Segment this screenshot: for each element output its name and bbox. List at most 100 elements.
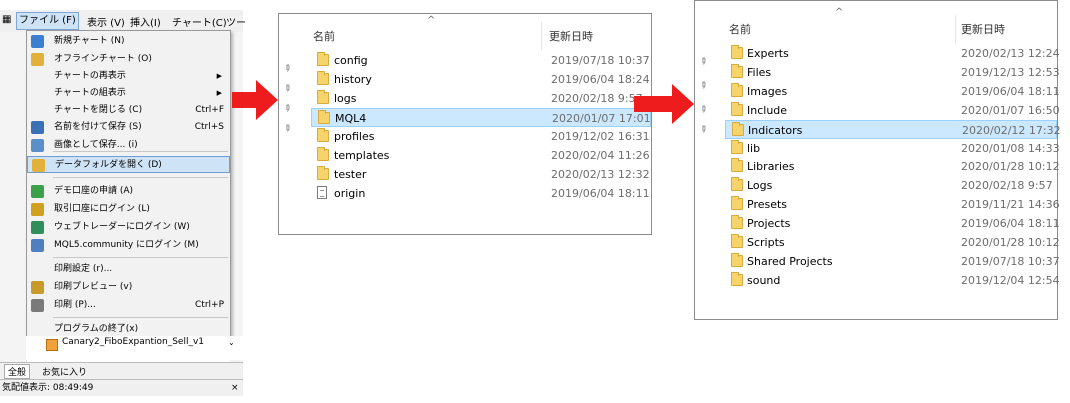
folder-icon — [732, 121, 744, 136]
menu-view[interactable]: 表示 (V) — [87, 14, 125, 29]
column-divider — [541, 22, 542, 50]
sort-ascending-icon: ^ — [835, 7, 844, 18]
file-row[interactable]: Shared Projects 2019/07/18 10:37 — [725, 252, 1060, 271]
file-date: 2019/06/04 18:11 — [961, 84, 1060, 98]
file-row[interactable]: profiles 2019/12/02 16:31 — [311, 127, 651, 146]
menu-item[interactable]: ウェブトレーダーにログイン (W) — [27, 219, 230, 236]
toolbar-strip — [0, 32, 27, 362]
close-icon[interactable]: × — [231, 380, 239, 396]
menu-item[interactable]: チャートの組表示 ▶ — [27, 85, 230, 102]
status-text: 気配値表示: 08:49:49 — [2, 383, 94, 393]
file-row[interactable]: Libraries 2020/01/28 10:12 — [725, 157, 1060, 176]
file-row[interactable]: config 2019/07/18 10:37 — [311, 51, 651, 70]
pin-icon: ✎ — [280, 82, 293, 96]
menu-item[interactable]: 印刷設定 (r)... — [27, 261, 230, 278]
file-name: Presets — [747, 198, 788, 212]
tree-item[interactable]: Canary2_FiboExpantion_Sell_v1 — [62, 337, 204, 347]
menu-item[interactable]: 名前を付けて保存 (S) Ctrl+S — [27, 119, 230, 136]
tab-favorites[interactable]: お気に入り — [42, 365, 87, 378]
folder-icon — [317, 128, 329, 142]
indicator-icon — [46, 339, 58, 351]
menu-item-shortcut: Ctrl+S — [194, 122, 224, 132]
file-row[interactable]: history 2019/06/04 18:24 — [311, 70, 651, 89]
file-name: Logs — [747, 179, 773, 193]
file-date: 2020/02/13 12:32 — [551, 168, 650, 181]
column-name-header[interactable]: 名前 — [313, 28, 335, 44]
menu-file[interactable]: ファイル (F) — [16, 12, 79, 30]
file-row[interactable]: tester 2020/02/13 12:32 — [311, 165, 651, 184]
app-icon[interactable]: ▦ — [2, 14, 11, 25]
file-date: 2019/11/21 14:36 — [961, 198, 1060, 212]
explorer-data-folder: 名前 ^ 更新日時 ✎ ✎ ✎ ✎ config 2019/07/18 10:37… — [278, 13, 652, 235]
file-date: 2020/01/28 10:12 — [961, 160, 1060, 174]
file-name: logs — [334, 92, 357, 105]
menu-item[interactable]: 印刷 (P)... Ctrl+P — [27, 297, 230, 314]
folder-icon — [317, 147, 329, 161]
menu-item[interactable]: デモ口座の申請 (A) — [27, 183, 230, 200]
file-row[interactable]: MQL4 2020/01/07 17:01 — [311, 108, 651, 127]
file-name: Shared Projects — [747, 254, 833, 268]
menu-chart[interactable]: チャート(C) — [172, 14, 227, 29]
file-row[interactable]: Include 2020/01/07 16:50 — [725, 101, 1060, 120]
file-name: Scripts — [747, 236, 785, 249]
menu-item[interactable]: チャートの再表示 ▶ — [27, 68, 230, 85]
menu-item[interactable]: 新規チャート (N) — [27, 33, 230, 50]
menu-item[interactable]: MQL5.community にログイン (M) — [27, 237, 230, 254]
file-row[interactable]: logs 2020/02/18 9:57 — [311, 89, 651, 108]
menu-item-label: 取引口座にログイン (L) — [54, 204, 150, 214]
save-icon — [31, 121, 44, 134]
menu-item[interactable]: チャートを閉じる (C) Ctrl+F — [27, 102, 230, 119]
explorer-mql4-folder: 名前 ^ 更新日時 ✎ ✎ ✎ ✎ Experts 2020/02/13 12:2… — [694, 0, 1061, 320]
file-row[interactable]: Files 2019/12/13 12:53 — [725, 63, 1060, 82]
file-row[interactable]: templates 2020/02/04 11:26 — [311, 146, 651, 165]
column-name-header[interactable]: 名前 — [729, 21, 751, 37]
folder-icon — [731, 63, 743, 78]
file-row[interactable]: lib 2020/01/08 14:33 — [725, 139, 1060, 158]
folder-icon — [731, 234, 743, 248]
menu-item[interactable]: オフラインチャート (O) — [27, 51, 230, 68]
file-row[interactable]: Logs 2020/02/18 9:57 — [725, 176, 1057, 195]
menu-item-label: チャートを閉じる (C) — [54, 105, 143, 115]
folder-icon — [318, 110, 330, 124]
file-date: 2019/06/04 18:11 — [961, 217, 1060, 231]
column-date-header[interactable]: 更新日時 — [549, 28, 593, 44]
column-date-header[interactable]: 更新日時 — [961, 21, 1005, 37]
mql5-icon — [31, 239, 44, 252]
file-date: 2019/07/18 10:37 — [961, 254, 1060, 268]
file-row[interactable]: Images 2019/06/04 18:11 — [725, 82, 1060, 101]
arrow-right-icon — [634, 84, 694, 124]
menu-item[interactable]: 取引口座にログイン (L) — [27, 201, 230, 218]
file-row[interactable]: Indicators 2020/02/12 17:32 — [725, 119, 1061, 139]
file-name: Files — [747, 65, 772, 79]
demo-account-icon — [31, 185, 44, 198]
file-date: 2020/02/18 9:57 — [961, 179, 1053, 193]
folder-icon — [317, 166, 329, 180]
menu-item-label: 印刷 (P)... — [54, 300, 96, 310]
pin-icon: ✎ — [696, 79, 709, 93]
file-name: Indicators — [748, 123, 803, 137]
file-row[interactable]: Presets 2019/11/21 14:36 — [725, 195, 1060, 214]
menu-tools[interactable]: ツー — [226, 14, 246, 29]
file-row[interactable]: origin 2019/06/04 18:11 — [311, 184, 651, 203]
folder-icon — [731, 82, 743, 97]
scroll-down-icon[interactable]: ⌄ — [228, 338, 235, 347]
pin-icon: ✎ — [280, 62, 293, 76]
market-watch-status: 気配値表示: 08:49:49 × — [0, 379, 243, 396]
tab-general[interactable]: 全般 — [4, 364, 31, 379]
menu-item[interactable]: 印刷プレビュー (v) — [27, 279, 230, 296]
sort-ascending-icon: ^ — [427, 15, 436, 26]
file-date: 2020/01/28 10:12 — [961, 236, 1060, 249]
file-row[interactable]: sound 2019/12/04 12:54 — [725, 271, 1060, 290]
file-row[interactable]: Experts 2020/02/13 12:24 — [725, 44, 1060, 63]
webtrader-icon — [31, 221, 44, 234]
file-date: 2019/12/02 16:31 — [551, 130, 650, 143]
file-row[interactable]: Projects 2019/06/04 18:11 — [725, 214, 1060, 233]
folder-icon — [731, 215, 743, 230]
file-date: 2020/01/07 16:50 — [961, 103, 1060, 117]
menu-item-label: チャートの再表示 — [54, 71, 126, 81]
menu-item-label: チャートの組表示 — [54, 88, 126, 98]
menu-insert[interactable]: 挿入(I) — [130, 14, 161, 29]
menu-item[interactable]: データフォルダを開く (D) — [27, 156, 230, 173]
menu-separator — [53, 317, 228, 318]
file-row[interactable]: Scripts 2020/01/28 10:12 — [725, 233, 1060, 252]
